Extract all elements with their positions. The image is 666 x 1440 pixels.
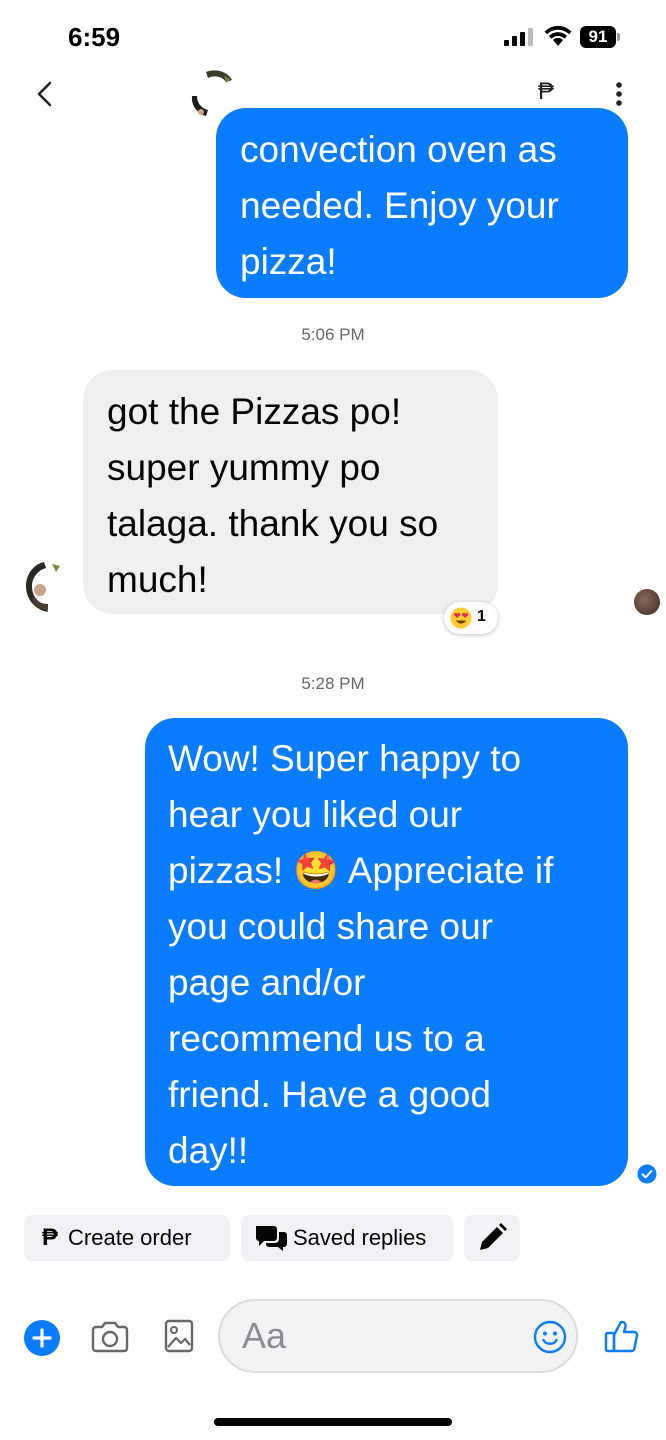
message-timestamp: 5:06 PM xyxy=(301,325,365,344)
outgoing-message-bubble[interactable]: convection oven as needed. Enjoy your pi… xyxy=(216,108,628,298)
battery-level: 91 xyxy=(580,26,616,48)
outgoing-message-bubble[interactable]: Wow! Super happy to hear you liked our p… xyxy=(145,718,628,1186)
message-line: needed. Enjoy your xyxy=(240,185,559,226)
read-receipt-avatar xyxy=(634,589,660,615)
back-icon[interactable] xyxy=(34,80,56,108)
peso-icon[interactable]: ₱ xyxy=(538,78,554,106)
message-line: recommend us to a xyxy=(168,1018,485,1059)
message-line: day!! xyxy=(168,1130,249,1171)
home-indicator[interactable] xyxy=(214,1418,452,1426)
battery-tip xyxy=(617,33,620,41)
emoji-icon[interactable] xyxy=(533,1320,567,1354)
message-line: pizzas! 🤩 Appreciate if xyxy=(168,850,554,891)
message-line: talaga. thank you so xyxy=(107,503,439,544)
message-line: much! xyxy=(107,559,208,600)
reaction-count: 1 xyxy=(477,608,486,625)
message-line: hear you liked our xyxy=(168,794,463,835)
message-line: page and/or xyxy=(168,962,366,1003)
edit-button[interactable] xyxy=(464,1215,520,1261)
heart-eyes-emoji-icon xyxy=(450,607,472,629)
add-button[interactable] xyxy=(24,1320,60,1356)
contact-avatar[interactable] xyxy=(18,558,68,614)
message-line: super yummy po xyxy=(107,447,381,488)
message-line: friend. Have a good xyxy=(168,1074,491,1115)
camera-icon[interactable] xyxy=(90,1320,130,1354)
battery-indicator: 91 xyxy=(580,26,620,48)
message-line: got the Pizzas po! xyxy=(107,391,402,432)
more-options-icon[interactable] xyxy=(612,80,626,108)
signal-icon xyxy=(504,28,533,46)
saved-replies-label: Saved replies xyxy=(293,1225,427,1250)
message-line: pizza! xyxy=(240,241,337,282)
peso-icon: ₱ xyxy=(42,1224,59,1251)
status-bar: 6:59 91 xyxy=(0,0,666,70)
message-line: Wow! Super happy to xyxy=(168,738,522,779)
create-order-label: Create order xyxy=(68,1225,192,1250)
sent-check-icon xyxy=(637,1164,657,1184)
status-time: 6:59 xyxy=(68,22,121,52)
message-line: you could share our xyxy=(168,906,493,947)
message-line: convection oven as xyxy=(240,129,557,170)
message-input[interactable] xyxy=(218,1299,578,1373)
create-order-button[interactable]: ₱ Create order xyxy=(24,1215,230,1261)
message-timestamp: 5:28 PM xyxy=(301,674,365,693)
gallery-icon[interactable] xyxy=(163,1318,195,1354)
saved-replies-button[interactable]: Saved replies xyxy=(241,1215,453,1261)
saved-replies-icon xyxy=(256,1226,287,1251)
message-reaction[interactable]: 1 xyxy=(444,602,498,634)
pencil-icon xyxy=(480,1223,507,1250)
contact-avatar-header[interactable] xyxy=(186,66,236,118)
plus-icon xyxy=(32,1328,52,1348)
wifi-icon xyxy=(544,25,572,46)
incoming-message-bubble[interactable]: got the Pizzas po! super yummy po talaga… xyxy=(83,370,498,614)
thumbs-up-icon[interactable] xyxy=(604,1318,640,1354)
